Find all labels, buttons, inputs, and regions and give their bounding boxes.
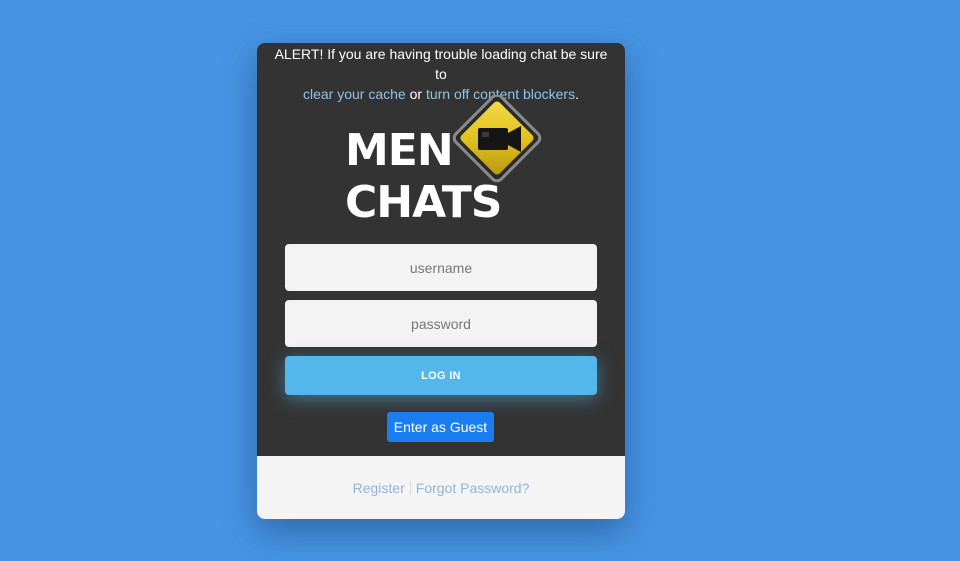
login-panel: ALERT! If you are having trouble loading… xyxy=(257,43,625,456)
men-chats-logo: MEN CHATS xyxy=(345,95,542,225)
video-camera-icon xyxy=(478,126,521,152)
username-input[interactable] xyxy=(285,244,597,291)
alert-period: . xyxy=(575,86,579,102)
login-footer: Register Forgot Password? xyxy=(257,456,625,519)
footer-divider xyxy=(409,480,411,495)
password-input[interactable] xyxy=(285,300,597,347)
login-button[interactable]: LOG IN xyxy=(285,356,597,395)
logo-text-chats: CHATS xyxy=(345,177,501,225)
enter-as-guest-button[interactable]: Enter as Guest xyxy=(387,412,494,442)
warning-sign-icon xyxy=(452,95,542,183)
alert-text: ALERT! If you are having trouble loading… xyxy=(274,46,608,82)
login-card: ALERT! If you are having trouble loading… xyxy=(257,43,625,519)
logo-text-men: MEN xyxy=(345,125,453,176)
forgot-password-link[interactable]: Forgot Password? xyxy=(416,480,530,496)
register-link[interactable]: Register xyxy=(353,480,405,496)
